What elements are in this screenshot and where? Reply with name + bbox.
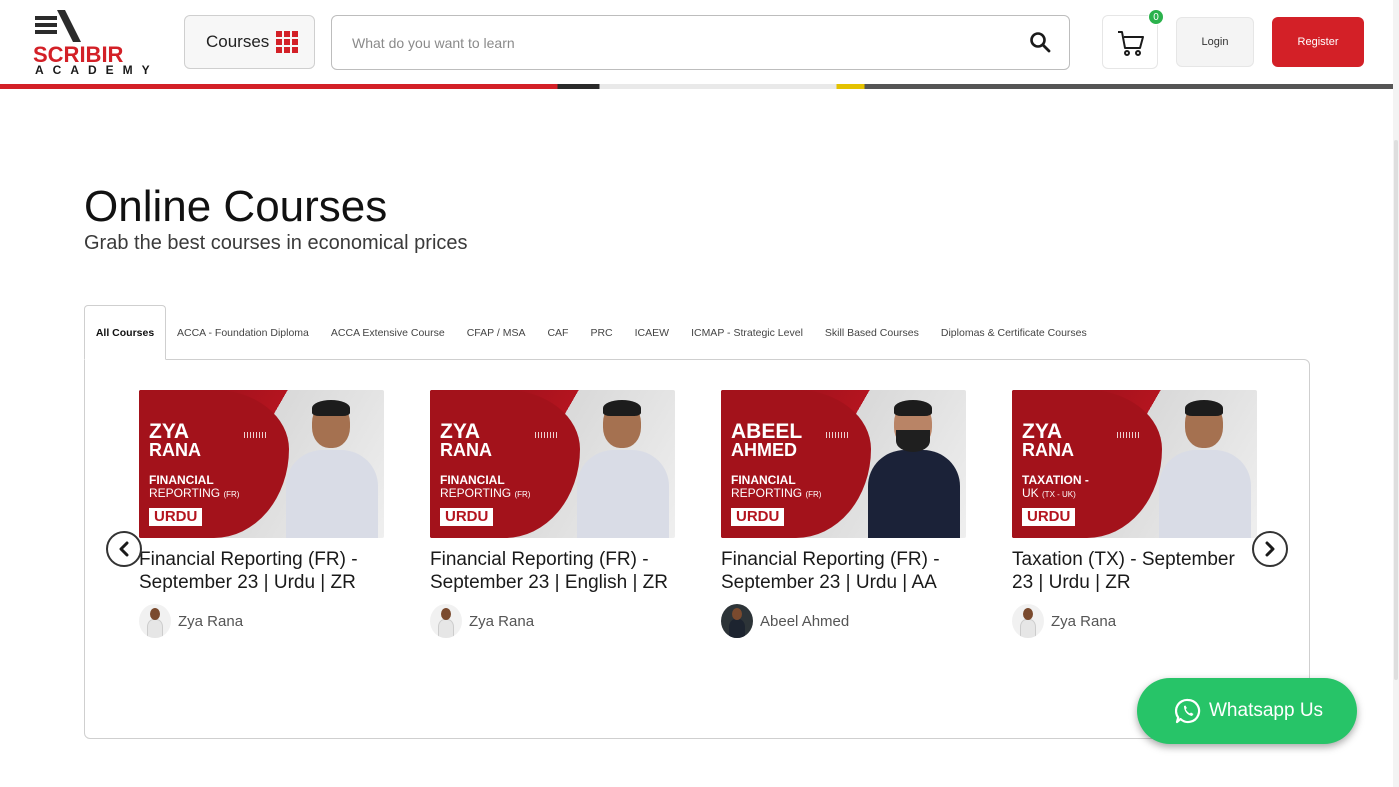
tab-diplomas-certificate-courses[interactable]: Diplomas & Certificate Courses	[930, 305, 1098, 360]
courses-menu-label: Courses	[206, 32, 270, 51]
whatsapp-button[interactable]: Whatsapp Us	[1137, 678, 1357, 744]
course-instructor: Zya Rana	[430, 604, 675, 638]
course-thumbnail[interactable]: ZYA RANA TAXATION - UK (TX - UK) URDU	[1012, 390, 1257, 538]
thumb-instructor-name: ZYA RANA	[1022, 420, 1074, 460]
course-instructor: Zya Rana	[139, 604, 384, 638]
course-card[interactable]: ZYA RANA FINANCIAL REPORTING (FR) URDU Fin…	[139, 390, 384, 638]
scrollbar-thumb[interactable]	[1394, 140, 1398, 680]
carousel-next-button[interactable]	[1252, 531, 1288, 567]
tab-prc[interactable]: PRC	[579, 305, 623, 360]
tab-icmap-strategic-level[interactable]: ICMAP - Strategic Level	[680, 305, 814, 360]
thumb-language-tag: URDU	[440, 508, 494, 526]
tab-all-courses[interactable]: All Courses	[84, 305, 166, 360]
whatsapp-icon	[1175, 698, 1201, 724]
avatar	[430, 604, 462, 638]
thumb-instructor-name: ZYA RANA	[149, 420, 201, 460]
cart-icon	[1118, 31, 1144, 56]
search-input[interactable]	[352, 32, 1012, 54]
hero-banner-edge	[0, 84, 1394, 89]
login-button[interactable]: Login	[1176, 17, 1254, 67]
tab-icaew[interactable]: ICAEW	[624, 305, 680, 360]
chevron-left-icon	[119, 541, 129, 557]
instructor-name: Abeel Ahmed	[760, 612, 850, 630]
logo-sub: ACADEMY	[35, 63, 159, 77]
course-title[interactable]: Financial Reporting (FR) - September 23 …	[721, 548, 966, 594]
avatar	[1012, 604, 1044, 638]
tab-acca-extensive-course[interactable]: ACCA Extensive Course	[320, 305, 456, 360]
avatar	[721, 604, 753, 638]
course-category-tabs: All Courses ACCA - Foundation Diploma AC…	[84, 305, 1098, 360]
instructor-name: Zya Rana	[1051, 612, 1117, 630]
chevron-right-icon	[1265, 541, 1275, 557]
course-thumbnail[interactable]: ZYA RANA FINANCIAL REPORTING (FR) URDU	[139, 390, 384, 538]
search-icon[interactable]	[1029, 31, 1051, 53]
thumb-instructor-name: ZYA RANA	[440, 420, 492, 460]
tab-caf[interactable]: CAF	[536, 305, 579, 360]
cart-count-badge: 0	[1148, 9, 1164, 25]
thumb-language-tag: URDU	[731, 508, 785, 526]
thumb-topic: FINANCIAL REPORTING (FR)	[149, 473, 240, 500]
course-card[interactable]: ZYA RANA TAXATION - UK (TX - UK) URDU Taxa…	[1012, 390, 1257, 638]
carousel-prev-button[interactable]	[106, 531, 142, 567]
search-bar	[331, 15, 1070, 70]
course-instructor: Abeel Ahmed	[721, 604, 966, 638]
cart-button[interactable]	[1102, 15, 1158, 69]
course-card[interactable]: ABEEL AHMED FINANCIAL REPORTING (FR) URDU …	[721, 390, 966, 638]
instructor-name: Zya Rana	[469, 612, 535, 630]
course-thumbnail[interactable]: ABEEL AHMED FINANCIAL REPORTING (FR) URDU	[721, 390, 966, 538]
thumb-language-tag: URDU	[1022, 508, 1076, 526]
course-title[interactable]: Financial Reporting (FR) - September 23 …	[139, 548, 384, 594]
thumb-instructor-name: ABEEL AHMED	[731, 420, 803, 460]
course-thumbnail[interactable]: ZYA RANA FINANCIAL REPORTING (FR) URDU	[430, 390, 675, 538]
grid-icon	[276, 31, 299, 53]
whatsapp-label: Whatsapp Us	[1209, 700, 1324, 721]
site-header: SCRIBIR ACADEMY Courses 0 Login Register	[0, 0, 1399, 84]
section-subtitle: Grab the best courses in economical pric…	[84, 232, 468, 254]
instructor-photo	[284, 400, 379, 538]
thumb-topic: TAXATION - UK (TX - UK)	[1022, 473, 1089, 500]
scribir-academy-logo[interactable]: SCRIBIR ACADEMY	[33, 10, 159, 77]
course-title[interactable]: Financial Reporting (FR) - September 23 …	[430, 548, 675, 594]
instructor-photo	[866, 400, 961, 538]
thumb-topic: FINANCIAL REPORTING (FR)	[440, 473, 531, 500]
thumb-language-tag: URDU	[149, 508, 203, 526]
course-card[interactable]: ZYA RANA FINANCIAL REPORTING (FR) URDU Fin…	[430, 390, 675, 638]
instructor-photo	[1157, 400, 1252, 538]
instructor-photo	[575, 400, 670, 538]
avatar	[139, 604, 171, 638]
thumb-topic: FINANCIAL REPORTING (FR)	[731, 473, 822, 500]
instructor-name: Zya Rana	[178, 612, 244, 630]
logo-mark-icon	[35, 10, 81, 42]
tab-skill-based-courses[interactable]: Skill Based Courses	[814, 305, 930, 360]
register-button[interactable]: Register	[1272, 17, 1364, 67]
course-title[interactable]: Taxation (TX) - September 23 | Urdu | ZR	[1012, 548, 1257, 594]
tab-acca-foundation-diploma[interactable]: ACCA - Foundation Diploma	[166, 305, 320, 360]
section-title: Online Courses	[84, 182, 388, 231]
courses-menu-button[interactable]: Courses	[184, 15, 315, 69]
course-instructor: Zya Rana	[1012, 604, 1257, 638]
tab-cfap-msa[interactable]: CFAP / MSA	[456, 305, 537, 360]
